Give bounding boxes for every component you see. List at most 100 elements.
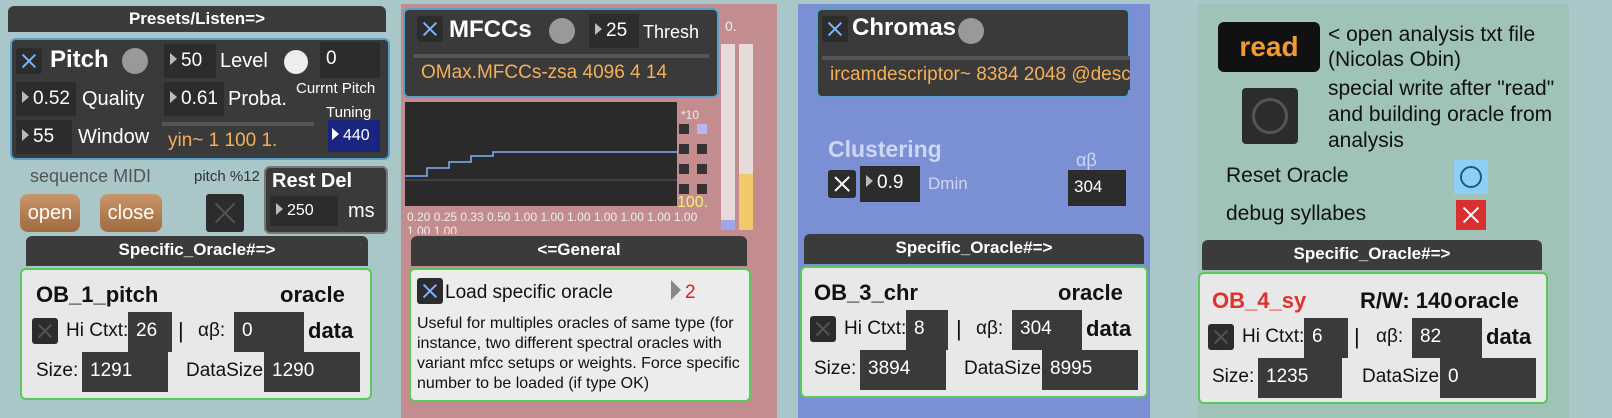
tuning-number[interactable]: 440 (328, 120, 380, 152)
square (679, 184, 689, 194)
mfcc-led[interactable] (549, 18, 575, 44)
square (697, 124, 707, 134)
datasize-value[interactable]: 0 (1440, 358, 1536, 398)
load-specific-label: Load specific oracle (445, 282, 613, 303)
special-write-button[interactable] (1242, 88, 1298, 144)
mfcc-toggle[interactable] (417, 16, 443, 42)
hi-ctxt-value[interactable]: 6 (1304, 318, 1348, 358)
data-label: data (1086, 316, 1132, 341)
chroma-toggle[interactable] (822, 16, 848, 42)
rest-del-value: 250 (287, 202, 314, 219)
size-label: Size: (1212, 366, 1255, 387)
thresh-label: Thresh (643, 22, 700, 42)
level-number-arrow-icon (170, 52, 177, 65)
level-number-value: 50 (181, 50, 203, 71)
level-value-box[interactable]: 0 (320, 42, 380, 78)
dmin-label: Dmin (928, 174, 968, 193)
quality-number[interactable]: 0.52 (16, 82, 76, 116)
chroma-panel: Chromas ircamdescriptor~ 8384 2048 @desc… (798, 4, 1150, 418)
analysis-panel: read < open analysis txt file (Nicolas O… (1198, 4, 1569, 418)
proba-number[interactable]: 0.61 (164, 82, 224, 116)
oracle-box: OB_4_sy R/W: 140 oracle Hi Ctxt: 6 | αβ:… (1198, 272, 1548, 404)
level-meter-left[interactable] (721, 44, 735, 230)
pitch-mod-label: pitch %12 (194, 168, 260, 185)
specific-oracle-header[interactable]: Specific_Oracle#=> (1202, 240, 1542, 270)
oracle-name: OB_4_sy (1212, 288, 1307, 313)
oracle-toggle[interactable] (1208, 324, 1234, 350)
special-write-circle-icon (1252, 98, 1288, 134)
presets-listen-header[interactable]: Presets/Listen=> (8, 6, 386, 32)
datasize-value[interactable]: 8995 (1042, 350, 1138, 390)
proba-value: 0.61 (181, 88, 218, 109)
tuning-label: Tuning (326, 104, 372, 121)
thresh-number[interactable]: 25 (589, 14, 639, 48)
window-number[interactable]: 55 (16, 120, 72, 154)
mfcc-message[interactable]: OMax.MFCCs-zsa 4096 4 14 (413, 54, 709, 88)
ab-value[interactable]: 82 (1412, 318, 1482, 358)
clustering-toggle[interactable] (828, 170, 856, 198)
general-header[interactable]: <=General (411, 236, 747, 266)
level-meter-right[interactable] (739, 44, 753, 230)
datasize-value[interactable]: 1290 (264, 352, 360, 392)
pitch-led[interactable] (122, 48, 148, 74)
load-specific-toggle[interactable] (417, 278, 443, 304)
square (697, 184, 707, 194)
hi-ctxt-label: Hi Ctxt: (1242, 326, 1305, 347)
square (697, 164, 707, 174)
read-description: < open analysis txt file (Nicolas Obin) (1328, 23, 1536, 71)
oracle-name: OB_1_pitch (36, 282, 159, 307)
dmin-arrow-icon (866, 174, 873, 187)
divider: | (178, 318, 184, 343)
rest-del-number[interactable]: 250 (270, 196, 338, 226)
hi-ctxt-value[interactable]: 8 (906, 310, 948, 350)
datasize-label: DataSize (186, 360, 264, 381)
oracle-toggle[interactable] (810, 316, 836, 342)
oracle-box: OB_1_pitch oracle Hi Ctxt: 26 | αβ: 0 da… (20, 268, 372, 400)
open-button[interactable]: open (20, 194, 80, 232)
ab-label: αβ: (976, 318, 1004, 339)
level-number[interactable]: 50 (164, 44, 216, 78)
window-label: Window (78, 126, 150, 148)
tuning-value: 440 (343, 127, 370, 144)
chroma-message[interactable]: ircamdescriptor~ 8384 2048 @desc (822, 56, 1130, 90)
pitch-toggle[interactable] (16, 48, 42, 74)
ab-value[interactable]: 0 (234, 312, 304, 352)
oracle-name: OB_3_chr (814, 280, 918, 305)
read-button[interactable]: read (1218, 22, 1320, 72)
size-value[interactable]: 1235 (1258, 358, 1342, 398)
chroma-led[interactable] (958, 18, 984, 44)
mfcc-message-text: OMax.MFCCs-zsa 4096 4 14 (421, 62, 668, 83)
clustering-ab-value[interactable]: 304 (1068, 170, 1126, 206)
reset-oracle-button[interactable] (1454, 160, 1488, 194)
level-led[interactable] (284, 50, 308, 74)
tuning-arrow-icon (332, 127, 339, 140)
ab-value[interactable]: 304 (1012, 310, 1082, 350)
oracle-toggle[interactable] (32, 318, 58, 344)
mfcc-curve (405, 151, 677, 177)
axis-labels-text: 0.20 0.25 0.33 0.50 1.00 1.00 1.00 1.00 … (407, 210, 698, 234)
yin-message[interactable]: yin~ 1 100 1. (162, 122, 314, 152)
specific-oracle-header[interactable]: Specific_Oracle#=> (26, 236, 368, 266)
close-button[interactable]: close (100, 194, 162, 232)
size-value[interactable]: 1291 (82, 352, 168, 392)
general-box: Load specific oracle 2 Useful for multip… (409, 268, 751, 402)
mfcc-graph[interactable] (405, 102, 677, 206)
load-number[interactable]: 2 (685, 282, 696, 304)
window-value: 55 (33, 126, 55, 147)
dmin-number[interactable]: 0.9 (860, 166, 920, 202)
reset-circle-icon (1460, 166, 1482, 188)
rest-del-label: Rest Del (272, 170, 353, 192)
general-description: Useful for multiples oracles of same typ… (417, 315, 740, 392)
quality-arrow-icon (22, 90, 29, 103)
hi-ctxt-value[interactable]: 26 (128, 312, 172, 352)
rest-del-arrow-icon (276, 202, 283, 215)
meter-right-fill (739, 174, 753, 230)
square (679, 124, 689, 134)
debug-syllabes-toggle[interactable] (1456, 200, 1486, 230)
pitch-mod-toggle[interactable] (206, 194, 244, 232)
specific-oracle-header[interactable]: Specific_Oracle#=> (804, 234, 1144, 264)
pitch-title: Pitch (50, 46, 109, 73)
divider: | (1354, 324, 1360, 349)
chroma-title: Chromas (852, 14, 957, 41)
size-value[interactable]: 3894 (860, 350, 946, 390)
